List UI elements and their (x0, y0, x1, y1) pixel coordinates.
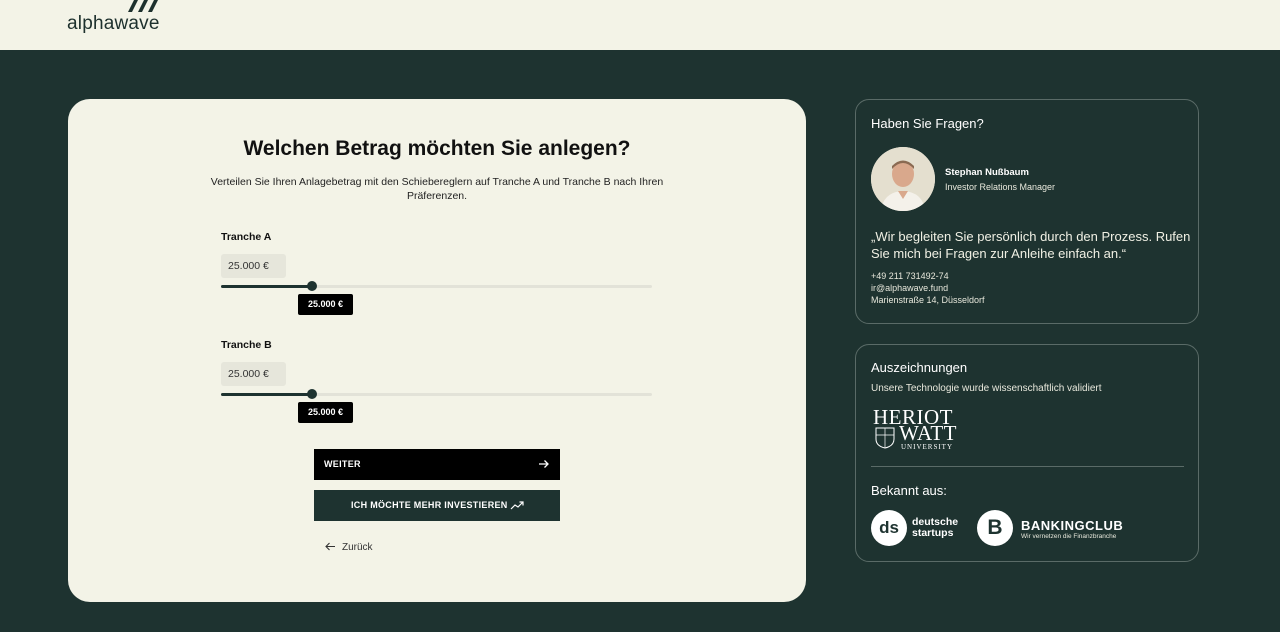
tranche-a-value-tag: 25.000 € (298, 294, 353, 315)
investment-card: Welchen Betrag möchten Sie anlegen? Vert… (68, 99, 806, 602)
tranche-b-value-tag: 25.000 € (298, 402, 353, 423)
back-link-label: Zurück (342, 542, 373, 553)
bc-tagline: Wir vernetzen die Finanzbranche (1021, 533, 1117, 540)
heriot-watt-logo: HERIOT WATT UNIVERSITY (873, 405, 963, 453)
ds-name-line2: startups (912, 527, 954, 539)
person-role: Investor Relations Manager (945, 182, 1056, 192)
address-text: Marienstraße 14, Düsseldorf (871, 295, 985, 305)
tranche-b-slider-thumb[interactable] (306, 389, 317, 399)
top-bar: alphawave (0, 0, 1280, 50)
next-button-label: WEITER (324, 459, 361, 469)
contact-quote: „Wir begleiten Sie persönlich durch den … (871, 229, 1191, 261)
bc-logo-mark: B (977, 510, 1013, 546)
tranche-b-amount-input[interactable] (221, 362, 286, 386)
awards-subtitle: Unsere Technologie wurde wissenschaftlic… (871, 383, 1102, 394)
person-name: Stephan Nußbaum (945, 167, 1029, 178)
alphawave-logo[interactable]: alphawave (67, 0, 177, 40)
email-link[interactable]: ir@alphawave.fund (871, 283, 948, 293)
form-description: Verteilen Sie Ihren Anlagebetrag mit den… (210, 176, 664, 202)
awards-card: Auszeichnungen Unsere Technologie wurde … (855, 344, 1199, 562)
press-title: Bekannt aus: (871, 483, 947, 498)
heriot-watt-line3: UNIVERSITY (901, 443, 953, 451)
university-crest-icon (875, 427, 895, 449)
tranche-a-slider[interactable] (221, 281, 652, 291)
person-avatar-icon (871, 147, 935, 211)
tranche-b-slider-fill (221, 393, 312, 396)
ds-logo-mark: ds (871, 510, 907, 546)
deutsche-startups-logo: ds deutsche startups (871, 510, 971, 548)
awards-card-title: Auszeichnungen (871, 360, 968, 375)
contact-card: Haben Sie Fragen? Stephan Nußbaum Invest… (855, 99, 1199, 324)
arrow-left-icon (325, 542, 335, 551)
avatar (871, 147, 935, 211)
page-title: Welchen Betrag möchten Sie anlegen? (243, 137, 631, 160)
trending-up-icon (510, 501, 524, 510)
tranche-a-amount-input[interactable] (221, 254, 286, 278)
bankingclub-logo: B BANKINGCLUB Wir vernetzen die Finanzbr… (977, 510, 1137, 548)
divider (871, 466, 1184, 467)
logo-text: alphawave (67, 13, 160, 34)
tranche-b-slider[interactable] (221, 389, 652, 399)
tranche-a-slider-thumb[interactable] (306, 281, 317, 291)
tranche-b-label: Tranche B (221, 339, 272, 351)
arrow-right-icon (539, 460, 549, 468)
logo-mark-icon (128, 0, 158, 12)
phone-link[interactable]: +49 211 731492-74 (871, 271, 949, 281)
invest-more-label: ICH MÖCHTE MEHR INVESTIEREN (351, 500, 508, 510)
bc-name: BANKINGCLUB (1021, 518, 1124, 533)
back-link[interactable]: Zurück (325, 542, 373, 553)
next-button[interactable]: WEITER (314, 449, 560, 480)
invest-more-button[interactable]: ICH MÖCHTE MEHR INVESTIEREN (314, 490, 560, 521)
tranche-a-slider-fill (221, 285, 312, 288)
tranche-a-label: Tranche A (221, 231, 272, 243)
contact-card-title: Haben Sie Fragen? (871, 116, 984, 131)
